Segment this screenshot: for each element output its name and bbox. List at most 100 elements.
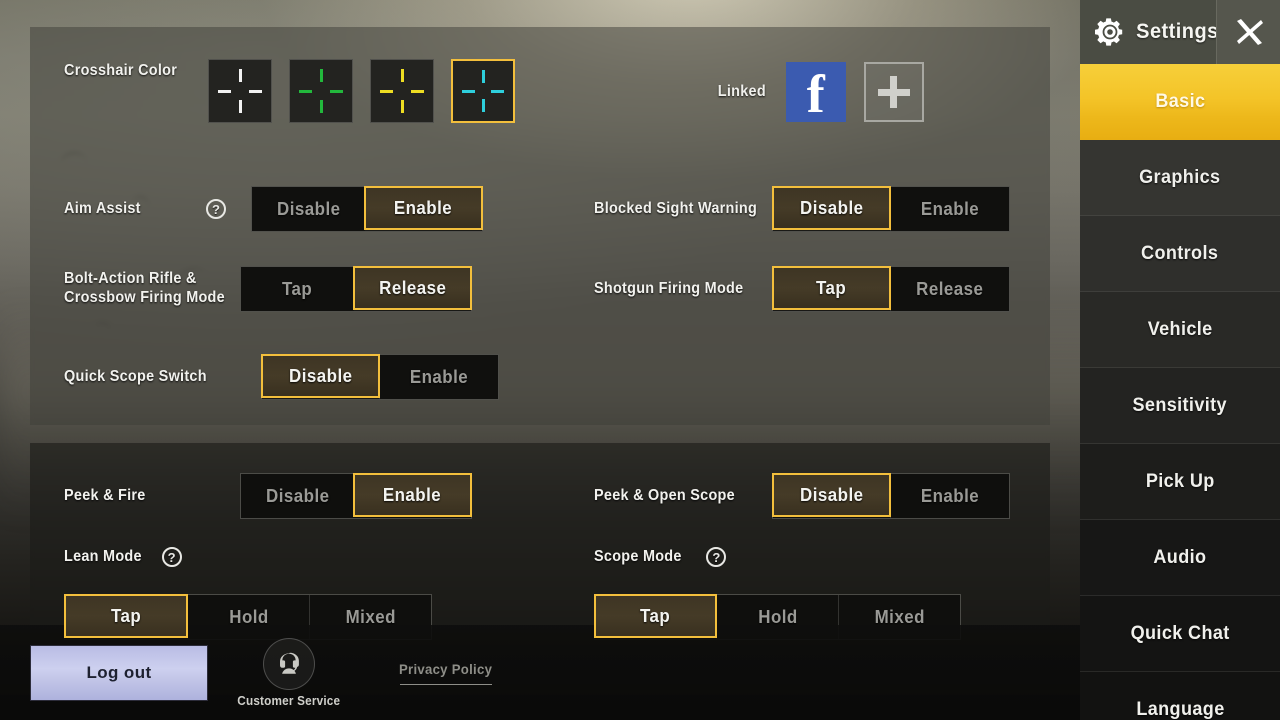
peek-and-open-scope-toggle: Disable Enable	[772, 473, 1010, 519]
peek-open-scope-option-disable[interactable]: Disable	[772, 473, 891, 517]
blocked-sight-warning-label: Blocked Sight Warning	[594, 199, 758, 217]
sidebar-item-label: Basic	[1154, 91, 1206, 112]
blocked-sight-warning-option-enable[interactable]: Enable	[890, 187, 1009, 231]
crosshair-option-cyan[interactable]	[451, 59, 515, 123]
crosshair-option-white[interactable]	[208, 59, 272, 123]
sidebar-item-label: Audio	[1153, 546, 1207, 568]
bottom-action-bar: Log out Customer Service Privacy Policy	[0, 625, 1080, 720]
option-label: Disable	[276, 198, 341, 219]
setting-row-quick-scope-switch: Quick Scope Switch Disable Enable	[64, 354, 499, 400]
option-label: Release	[916, 278, 984, 299]
settings-title: Settings	[1136, 20, 1219, 43]
option-label: Tap	[282, 278, 313, 299]
bolt-action-option-release[interactable]: Release	[353, 266, 472, 310]
aim-assist-help-icon[interactable]: ?	[206, 199, 226, 219]
quick-scope-option-enable[interactable]: Enable	[379, 355, 498, 399]
setting-row-aim-assist: Aim Assist ? Disable Enable	[64, 186, 484, 232]
facebook-link-button[interactable]: f	[785, 62, 846, 125]
option-label: Tap	[110, 605, 142, 626]
crosshair-option-green[interactable]	[289, 59, 353, 123]
logout-label: Log out	[86, 662, 152, 682]
sidebar-item-basic[interactable]: Basic	[1080, 64, 1280, 140]
aim-assist-label: Aim Assist	[64, 199, 141, 217]
option-label: Disable	[799, 484, 864, 505]
sidebar-item-label: Sensitivity	[1132, 394, 1228, 416]
setting-row-bolt-action-firing-mode: Bolt-Action Rifle & Crossbow Firing Mode…	[64, 266, 472, 312]
sidebar-item-label: Controls	[1141, 242, 1219, 264]
peek-and-fire-option-enable[interactable]: Enable	[353, 473, 472, 517]
sidebar-item-label: Vehicle	[1147, 318, 1213, 340]
sidebar-item-language[interactable]: Language	[1080, 672, 1280, 720]
option-label: Disable	[265, 485, 330, 506]
quick-scope-option-disable[interactable]: Disable	[261, 354, 380, 398]
option-label: Enable	[394, 197, 453, 218]
option-label: Enable	[920, 198, 980, 219]
quick-scope-switch-toggle: Disable Enable	[261, 354, 499, 400]
sidebar-item-pick-up[interactable]: Pick Up	[1080, 444, 1280, 520]
setting-row-scope-mode-header: Scope Mode ?	[594, 547, 727, 567]
scope-mode-option-tap[interactable]: Tap	[594, 594, 717, 638]
crosshair-color-options	[208, 59, 515, 123]
sidebar-item-controls[interactable]: Controls	[1080, 216, 1280, 292]
peek-and-fire-option-disable[interactable]: Disable	[241, 474, 354, 518]
sidebar-item-sensitivity[interactable]: Sensitivity	[1080, 368, 1280, 444]
setting-row-peek-and-open-scope: Peek & Open Scope Disable Enable	[594, 473, 1010, 519]
quick-scope-switch-label: Quick Scope Switch	[64, 367, 207, 385]
add-linked-account-button[interactable]	[863, 62, 924, 122]
peek-and-fire-label: Peek & Fire	[64, 486, 146, 504]
aim-assist-toggle: Disable Enable	[251, 186, 483, 232]
peek-and-fire-toggle: Disable Enable	[240, 473, 472, 519]
customer-service-label: Customer Service	[237, 693, 341, 708]
sidebar-item-label: Language	[1135, 698, 1225, 720]
setting-row-peek-and-fire: Peek & Fire Disable Enable	[64, 473, 472, 519]
headset-support-icon	[263, 637, 315, 690]
option-label: Disable	[799, 197, 864, 218]
facebook-icon: f	[806, 64, 825, 125]
option-label: Enable	[383, 484, 442, 505]
option-label: Tap	[816, 277, 847, 298]
shotgun-firing-mode-toggle: Tap Release	[772, 266, 1010, 312]
scope-mode-label: Scope Mode	[594, 547, 682, 565]
privacy-policy-label: Privacy Policy	[398, 660, 493, 677]
scope-mode-help-icon[interactable]: ?	[706, 547, 727, 567]
option-label: Release	[378, 277, 447, 298]
peek-and-open-scope-label: Peek & Open Scope	[594, 486, 735, 504]
customer-service-button[interactable]: Customer Service	[234, 637, 344, 708]
bolt-action-firing-mode-toggle: Tap Release	[240, 266, 472, 312]
sidebar-item-graphics[interactable]: Graphics	[1080, 140, 1280, 216]
setting-row-lean-mode-header: Lean Mode ?	[64, 547, 182, 567]
setting-row-blocked-sight-warning: Blocked Sight Warning Disable Enable	[594, 186, 1010, 232]
sidebar-item-quick-chat[interactable]: Quick Chat	[1080, 596, 1280, 672]
option-label: Disable	[288, 365, 353, 386]
gear-icon	[1095, 18, 1123, 46]
close-button[interactable]	[1216, 0, 1280, 64]
linked-label: Linked	[717, 83, 766, 100]
privacy-policy-underline	[399, 683, 492, 685]
sidebar-item-label: Pick Up	[1145, 470, 1215, 492]
setting-row-crosshair-color: Crosshair Color	[64, 62, 186, 81]
shotgun-option-release[interactable]: Release	[890, 267, 1009, 311]
bolt-action-firing-mode-label: Bolt-Action Rifle & Crossbow Firing Mode	[64, 270, 225, 306]
lean-mode-label: Lean Mode	[64, 547, 142, 565]
peek-open-scope-option-enable[interactable]: Enable	[890, 474, 1009, 518]
lean-mode-help-icon[interactable]: ?	[161, 547, 182, 567]
logout-button[interactable]: Log out	[30, 644, 208, 701]
crosshair-option-yellow[interactable]	[370, 59, 434, 123]
crosshair-color-label: Crosshair Color	[64, 62, 178, 79]
close-icon	[1236, 19, 1263, 45]
privacy-policy-link[interactable]: Privacy Policy	[396, 661, 495, 685]
plus-icon-vertical	[890, 76, 898, 108]
lean-mode-option-tap[interactable]: Tap	[64, 594, 188, 638]
aim-assist-option-disable[interactable]: Disable	[252, 187, 365, 231]
sidebar-item-audio[interactable]: Audio	[1080, 520, 1280, 596]
aim-assist-option-enable[interactable]: Enable	[364, 186, 483, 230]
settings-sidebar: Settings Basic Graphics Controls Vehicle…	[1080, 0, 1280, 720]
shotgun-firing-mode-label: Shotgun Firing Mode	[594, 279, 744, 297]
settings-screen: Crosshair Color Linked f Aim Assist ? Di…	[0, 0, 1280, 720]
blocked-sight-warning-option-disable[interactable]: Disable	[772, 186, 891, 230]
linked-accounts: Linked f	[716, 62, 924, 122]
shotgun-option-tap[interactable]: Tap	[772, 266, 891, 310]
bolt-action-option-tap[interactable]: Tap	[241, 267, 354, 311]
sidebar-item-vehicle[interactable]: Vehicle	[1080, 292, 1280, 368]
option-label: Enable	[920, 485, 980, 506]
